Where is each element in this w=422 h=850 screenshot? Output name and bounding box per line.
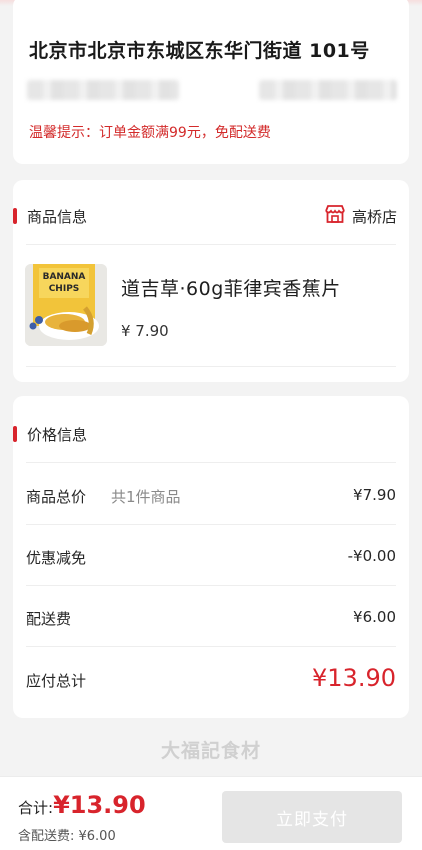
brand-watermark: 大福記食材: [160, 740, 261, 762]
delivery-fee-note: 含配送费: ¥6.00: [18, 829, 116, 844]
row-label: 应付总计: [26, 672, 87, 690]
divider: [26, 462, 396, 463]
total-amount: ¥13.90: [53, 791, 146, 819]
product-price: ¥ 7.90: [121, 322, 169, 340]
divider: [26, 366, 396, 367]
price-section-title: 价格信息: [13, 424, 87, 445]
row-label: 商品总价: [26, 488, 87, 506]
price-row-discount: 优惠减免 -¥0.00: [26, 547, 396, 567]
price-row-goods-total: 商品总价 共1件商品 ¥7.90: [26, 486, 396, 506]
address-line: 北京市北京市东城区东华门街道 101号: [29, 40, 370, 62]
row-label: 配送费: [26, 610, 72, 628]
blurred-contact-name: [27, 80, 179, 100]
divider: [26, 244, 396, 245]
shipping-tip: 温馨提示：订单金额满99元，免配送费: [29, 125, 271, 141]
row-value: -¥0.00: [347, 547, 396, 565]
pay-now-button[interactable]: 立即支付: [222, 791, 402, 843]
row-value: ¥7.90: [353, 486, 396, 504]
product-image-text-2: CHIPS: [49, 284, 80, 294]
store-name: 高桥店: [351, 207, 397, 226]
bottom-checkout-bar: 合计:¥13.90 含配送费: ¥6.00 立即支付: [0, 776, 422, 850]
divider: [26, 524, 396, 525]
product-name[interactable]: 道吉草·60g菲律宾香蕉片: [121, 274, 341, 301]
store-label[interactable]: 高桥店: [324, 204, 397, 228]
row-label: 优惠减免: [26, 549, 87, 567]
total-label: 合计:: [18, 799, 54, 817]
product-image[interactable]: BANANA CHIPS: [25, 264, 107, 346]
product-image-text-1: BANANA: [43, 272, 86, 282]
row-sublabel: 共1件商品: [111, 488, 181, 506]
total-line: 合计:¥13.90: [18, 791, 146, 819]
divider: [26, 585, 396, 586]
blurred-contact-phone: [259, 80, 397, 100]
goods-section-title: 商品信息: [13, 206, 87, 227]
price-row-payable-total: 应付总计 ¥13.90: [26, 664, 396, 692]
row-value: ¥6.00: [353, 608, 396, 626]
divider: [26, 646, 396, 647]
price-row-delivery-fee: 配送费 ¥6.00: [26, 608, 396, 628]
address-card[interactable]: 北京市北京市东城区东华门街道 101号 温馨提示：订单金额满99元，免配送费: [13, 0, 409, 164]
payable-total-value: ¥13.90: [312, 664, 396, 692]
price-info-card: 价格信息 商品总价 共1件商品 ¥7.90 优惠减免 -¥0.00 配送费 ¥6…: [13, 396, 409, 718]
goods-info-card: 商品信息 高桥店 BANANA CHIPS 道吉草·60g菲律宾香蕉片 ¥ 7.…: [13, 180, 409, 382]
store-icon: [324, 204, 346, 228]
